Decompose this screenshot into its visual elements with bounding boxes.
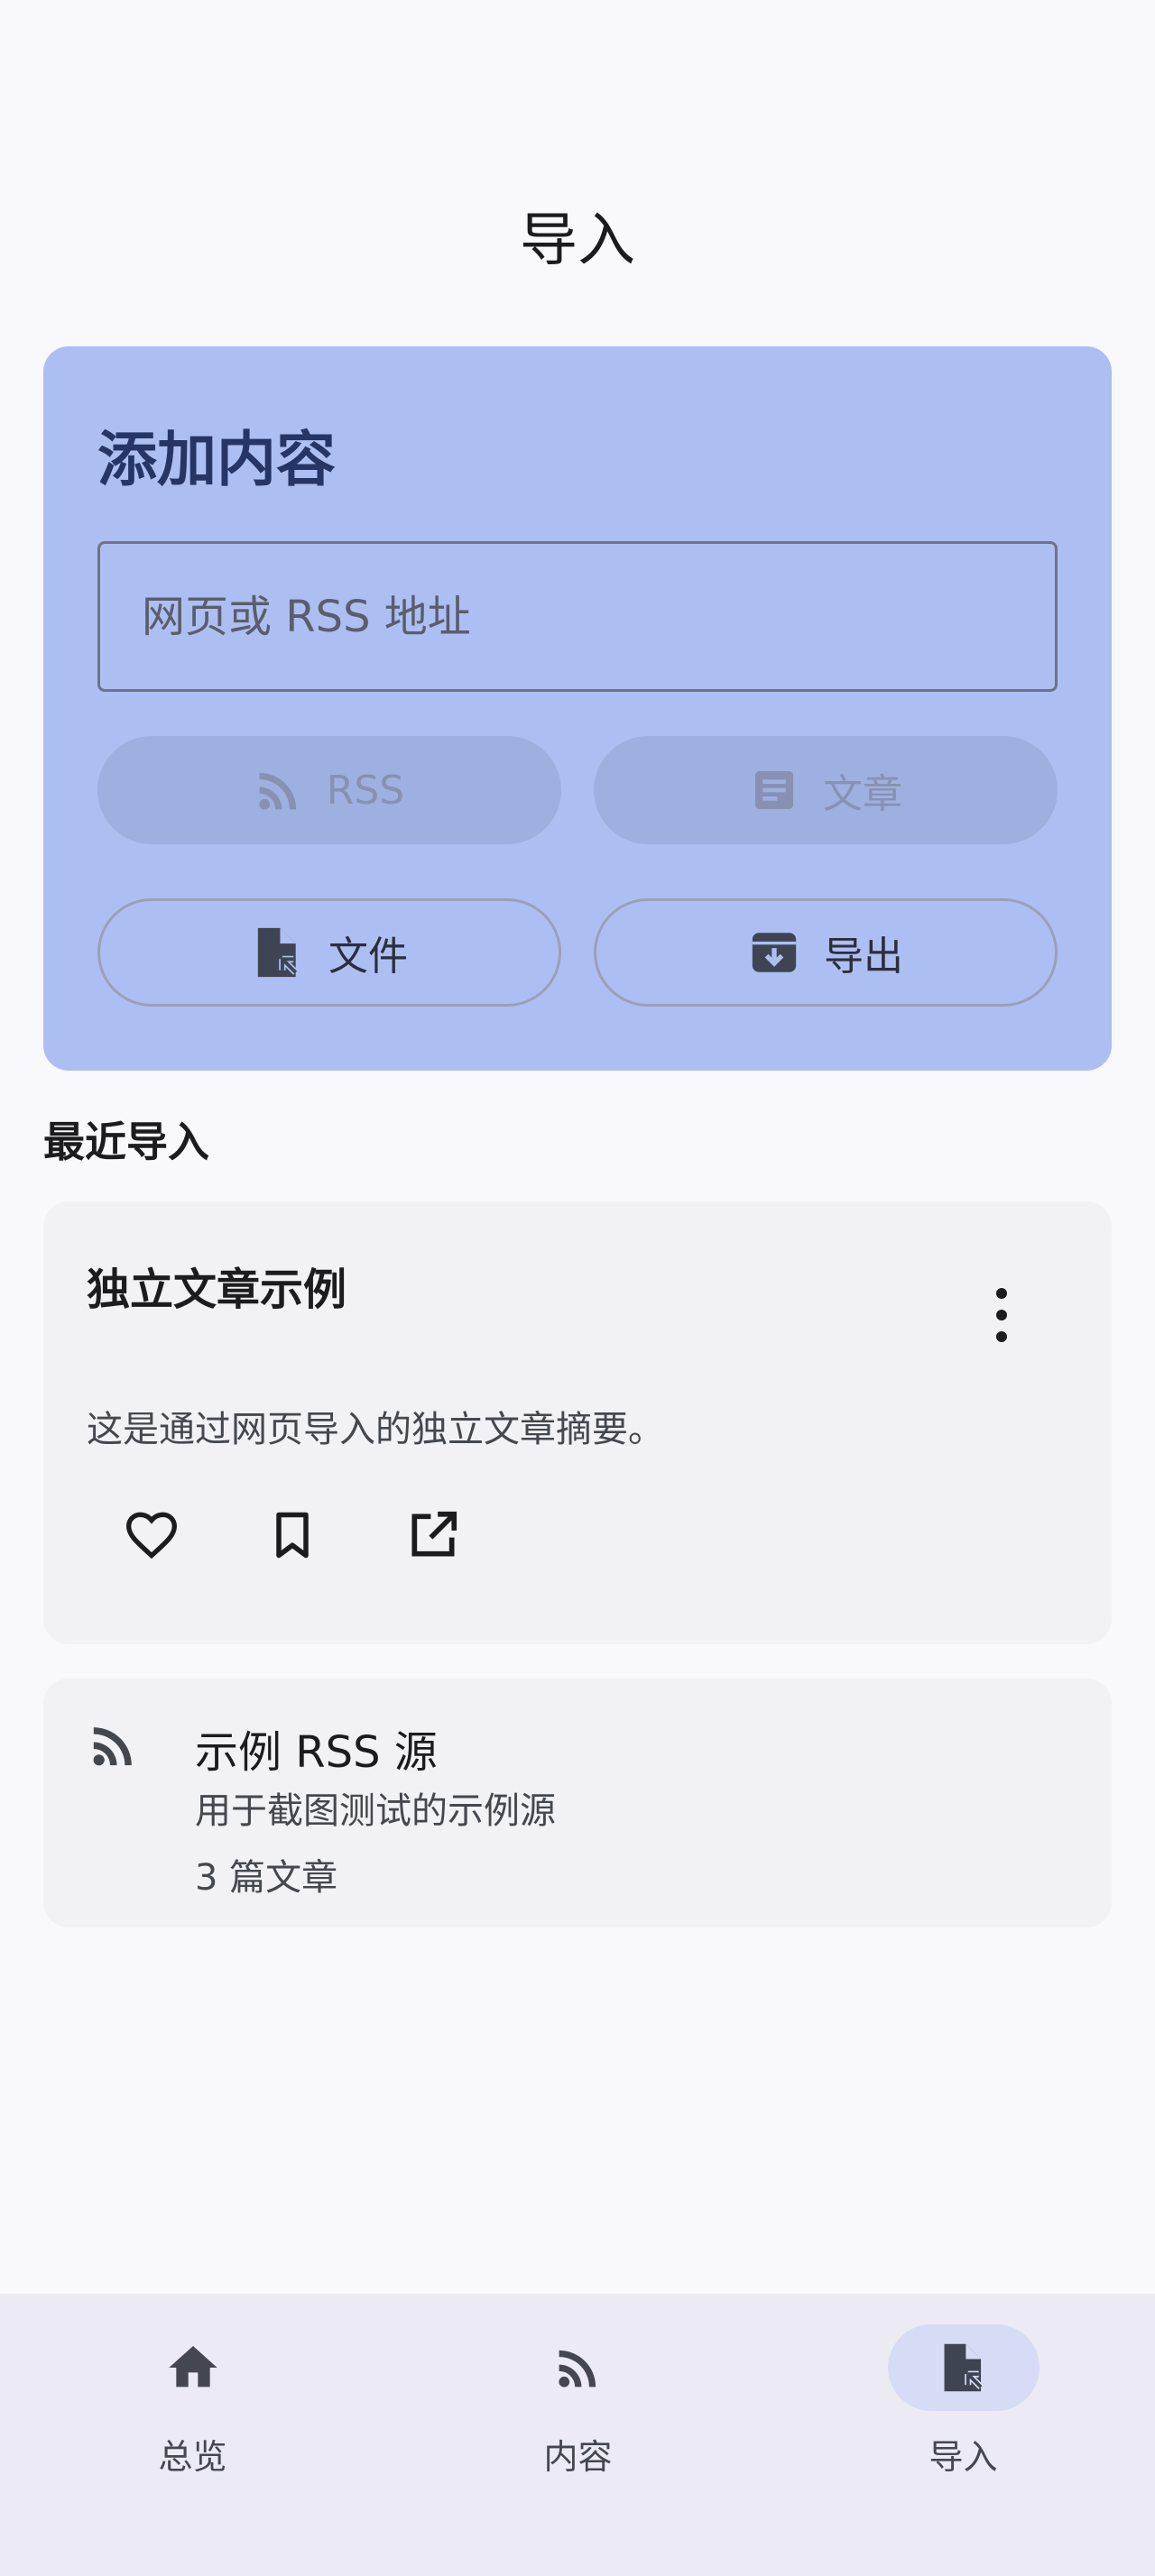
url-input[interactable] (100, 544, 1055, 689)
feed-article-count: 3 篇文章 (195, 1857, 338, 1899)
nav-label-overview: 总览 (158, 2437, 227, 2477)
open-external-button[interactable] (390, 1492, 476, 1578)
export-button-label: 导出 (824, 934, 903, 980)
file-button[interactable]: 文件 (97, 898, 561, 1007)
file-import-icon (251, 924, 305, 981)
nav-pill-import (887, 2324, 1040, 2411)
url-field[interactable] (97, 541, 1058, 692)
heart-icon (123, 1506, 180, 1564)
bookmark-icon (265, 1508, 319, 1562)
page-title: 导入 (520, 207, 635, 274)
export-button[interactable]: 导出 (594, 898, 1058, 1007)
article-icon (749, 765, 799, 815)
archive-icon (748, 926, 800, 979)
nav-pill-overview (117, 2324, 269, 2411)
article-summary: 这是通过网页导入的独立文章摘要。 (87, 1409, 664, 1450)
bottom-navigation: 总览 内容 导入 (0, 2294, 1155, 2576)
nav-label-import: 导入 (929, 2437, 998, 2477)
favorite-button[interactable] (108, 1492, 195, 1578)
article-button[interactable]: 文章 (594, 736, 1058, 844)
file-button-label: 文件 (328, 934, 408, 980)
feed-description: 用于截图测试的示例源 (195, 1790, 556, 1832)
article-button-label: 文章 (823, 771, 902, 817)
article-card[interactable]: 独立文章示例 这是通过网页导入的独立文章摘要。 (43, 1201, 1112, 1644)
recent-imports-heading: 最近导入 (43, 1118, 209, 1166)
rss-icon (254, 766, 303, 814)
more-vert-icon[interactable] (985, 1283, 1018, 1348)
home-icon (164, 2339, 222, 2397)
nav-item-import[interactable]: 导入 (771, 2294, 1155, 2576)
rss-button[interactable]: RSS (97, 736, 561, 844)
add-content-card: 添加内容 RSS 文章 文件 导出 (43, 346, 1112, 1071)
feed-name: 示例 RSS 源 (195, 1727, 438, 1778)
file-import-icon (938, 2340, 990, 2396)
open-in-new-icon (405, 1507, 461, 1563)
rss-button-label: RSS (326, 767, 405, 814)
nav-label-content: 内容 (543, 2437, 613, 2477)
nav-item-overview[interactable]: 总览 (0, 2294, 385, 2576)
rss-icon (554, 2343, 603, 2392)
article-title: 独立文章示例 (87, 1265, 347, 1315)
nav-pill-content (503, 2324, 654, 2411)
rss-icon (88, 1720, 139, 1771)
feed-card[interactable]: 示例 RSS 源 用于截图测试的示例源 3 篇文章 (43, 1679, 1112, 1927)
bookmark-button[interactable] (249, 1492, 336, 1578)
add-content-title: 添加内容 (97, 425, 336, 494)
nav-item-content[interactable]: 内容 (385, 2294, 771, 2576)
